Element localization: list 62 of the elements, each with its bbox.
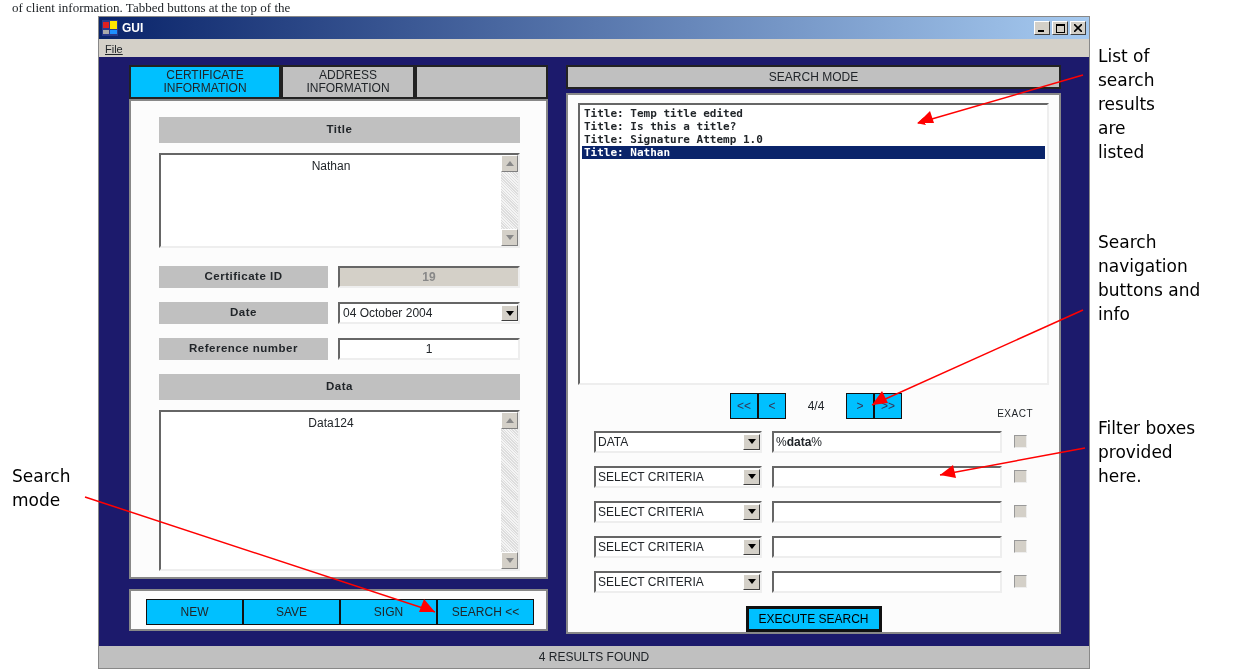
section-header: Data <box>159 374 520 400</box>
close-icon <box>1074 24 1082 32</box>
panel-header: SEARCH MODE <box>566 65 1061 89</box>
action-button[interactable]: NEW <box>146 599 243 625</box>
title-textarea[interactable]: Nathan <box>159 153 520 248</box>
tab[interactable]: CERTIFICATE INFORMATION <box>129 65 281 99</box>
exact-checkbox[interactable] <box>1014 470 1027 483</box>
exact-checkbox[interactable] <box>1014 435 1027 448</box>
maximize-button[interactable] <box>1052 21 1068 35</box>
window-title: GUI <box>122 20 144 37</box>
section-header: Title <box>159 117 520 143</box>
scroll-down-icon[interactable] <box>501 552 518 569</box>
filter-field[interactable]: %data% <box>772 430 1002 453</box>
exact-checkbox[interactable] <box>1014 540 1027 553</box>
criteria-dropdown[interactable]: SELECT CRITERIA <box>594 500 762 523</box>
filter-field[interactable] <box>772 535 1002 558</box>
action-button[interactable]: SIGN <box>340 599 437 625</box>
execute-search-button[interactable]: EXECUTE SEARCH <box>745 606 882 632</box>
menu-item[interactable]: File <box>105 41 123 55</box>
maximize-icon <box>1055 23 1065 33</box>
scrollbar[interactable] <box>501 155 518 246</box>
filter-field[interactable] <box>772 465 1002 488</box>
reference-number-field[interactable]: 1 <box>338 338 520 360</box>
date-picker[interactable]: 04 October 2004 <box>338 302 520 324</box>
field-label: Certificate ID <box>159 266 328 288</box>
caption-text: of client information. Tabbed buttons at the top of the <box>11 0 292 16</box>
annotation-text: Filter boxes provided here. <box>1098 417 1197 488</box>
action-button[interactable]: SEARCH << <box>437 599 534 625</box>
field-label: Reference number <box>159 338 328 360</box>
field-label: Date <box>159 302 328 324</box>
result-item[interactable]: Title: Temp title edited <box>582 107 1045 120</box>
first-button[interactable]: << <box>730 393 758 419</box>
result-position: 4/4 <box>806 398 826 415</box>
result-item[interactable]: Title: Nathan <box>582 146 1045 159</box>
previous-button[interactable]: < <box>758 393 786 419</box>
scrollbar[interactable] <box>501 412 518 569</box>
result-item[interactable]: Title: Signature Attemp 1.0 <box>582 133 1045 146</box>
filter-field[interactable] <box>772 570 1002 593</box>
annotation-text: List of search results are listed <box>1098 45 1156 164</box>
criteria-dropdown[interactable]: DATA <box>594 430 762 453</box>
exact-checkbox[interactable] <box>1014 575 1027 588</box>
tab[interactable]: ADDRESS INFORMATION <box>281 65 415 99</box>
criteria-dropdown[interactable]: SELECT CRITERIA <box>594 465 762 488</box>
scroll-down-icon[interactable] <box>501 229 518 246</box>
minimize-button[interactable] <box>1034 21 1050 35</box>
column-label: EXACT <box>997 406 1033 421</box>
annotation-text: Search mode <box>12 465 72 512</box>
app-icon <box>102 20 118 36</box>
action-button[interactable]: SAVE <box>243 599 340 625</box>
criteria-dropdown[interactable]: SELECT CRITERIA <box>594 570 762 593</box>
scroll-up-icon[interactable] <box>501 412 518 429</box>
result-item[interactable]: Title: Is this a title? <box>582 120 1045 133</box>
scroll-up-icon[interactable] <box>501 155 518 172</box>
data-textarea[interactable]: Data124 <box>159 410 520 571</box>
status-bar: 4 RESULTS FOUND <box>99 646 1089 668</box>
exact-checkbox[interactable] <box>1014 505 1027 518</box>
next-button[interactable]: > <box>846 393 874 419</box>
filter-field[interactable] <box>772 500 1002 523</box>
close-button[interactable] <box>1070 21 1086 35</box>
results-list[interactable]: Title: Temp title edited Title: Is this a title? Title: Signature Attemp 1.0 Title: Nathan <box>578 103 1049 385</box>
criteria-dropdown[interactable]: SELECT CRITERIA <box>594 535 762 558</box>
annotation-text: Search navigation buttons and info <box>1098 231 1202 326</box>
